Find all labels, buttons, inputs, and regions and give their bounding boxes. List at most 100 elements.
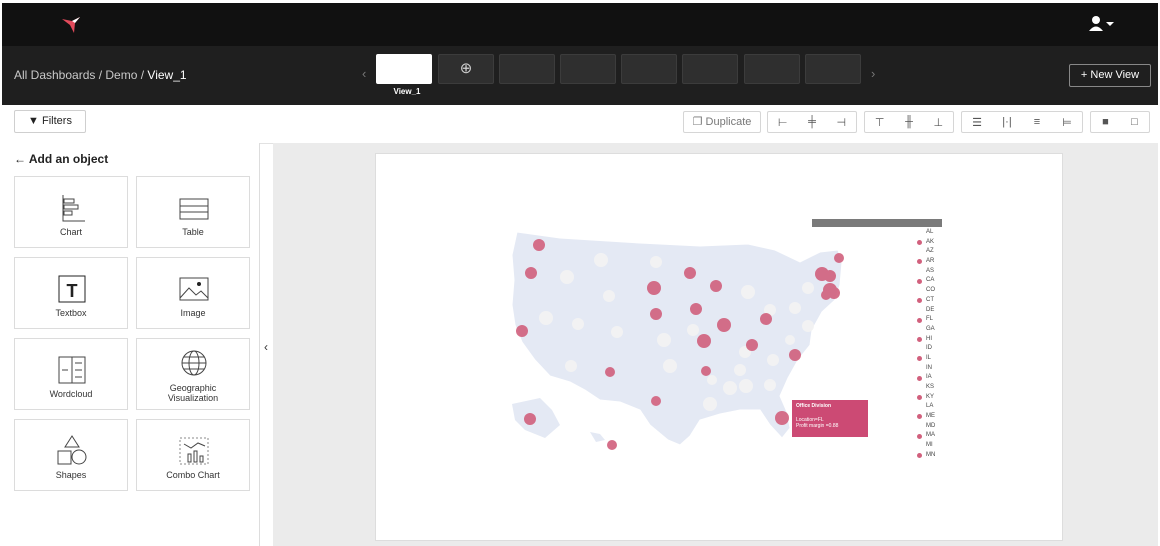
breadcrumb-demo[interactable]: Demo: [105, 68, 137, 82]
legend-item[interactable]: LA: [917, 402, 947, 412]
legend-item[interactable]: MN: [917, 451, 947, 461]
align-right-icon[interactable]: ⊣: [827, 116, 856, 129]
collapse-panel-icon[interactable]: ‹: [259, 340, 273, 354]
duplicate-icon: ❐: [692, 116, 706, 128]
object-label: Chart: [59, 227, 82, 237]
user-menu[interactable]: [1087, 15, 1117, 33]
breadcrumb: All Dashboards / Demo / View_1: [14, 68, 187, 82]
tab-empty[interactable]: [499, 54, 555, 84]
tab-view-1[interactable]: [376, 54, 432, 84]
legend-label: MN: [926, 451, 936, 458]
filters-button[interactable]: ▼ Filters: [14, 110, 86, 133]
legend-item[interactable]: AS: [917, 267, 947, 277]
arrow-left-icon[interactable]: ←: [14, 152, 29, 166]
tab-empty[interactable]: [805, 54, 861, 84]
object-wordcloud[interactable]: Wordcloud: [14, 338, 128, 410]
object-shapes[interactable]: Shapes: [14, 419, 128, 491]
legend-dot-icon: [917, 278, 922, 284]
legend-label: DE: [926, 306, 935, 313]
chevron-left-icon[interactable]: ‹: [362, 66, 366, 81]
legend-dot-icon: [917, 336, 922, 342]
add-view-tab[interactable]: ⊕: [438, 54, 494, 84]
view-tabs-bar: All Dashboards / Demo / View_1 ‹ ⊕ › Vie…: [2, 46, 1158, 105]
duplicate-button[interactable]: ❐ Duplicate: [683, 111, 761, 133]
legend-item[interactable]: KS: [917, 383, 947, 393]
breadcrumb-separator: /: [95, 68, 106, 82]
align-horizontal-group: ⊢ ╪ ⊣: [767, 111, 857, 133]
object-label: Image: [180, 308, 206, 318]
align-middle-icon[interactable]: ╫: [894, 116, 923, 128]
legend-dot-icon: [917, 259, 922, 265]
tab-empty[interactable]: [560, 54, 616, 84]
send-backward-icon[interactable]: □: [1120, 116, 1149, 128]
tab-empty[interactable]: [621, 54, 677, 84]
align-bottom-icon[interactable]: ⊥: [924, 116, 953, 129]
legend-label: MD: [926, 422, 936, 429]
legend-dot-icon: [917, 356, 922, 362]
legend-item[interactable]: CO: [917, 286, 947, 296]
legend-label: KY: [926, 393, 935, 400]
legend-item[interactable]: ME: [917, 412, 947, 422]
legend-label: CO: [926, 287, 935, 294]
legend-label: ID: [926, 345, 932, 352]
object-textbox[interactable]: T Textbox: [14, 257, 128, 329]
legend-label: IN: [926, 364, 932, 371]
map-toolbar[interactable]: [812, 219, 942, 227]
tab-empty[interactable]: [682, 54, 738, 84]
distribute-group: ☰ |·| ≡ ⊨: [961, 111, 1083, 133]
legend-dot-icon: [917, 327, 922, 332]
distribute-horizontal-icon[interactable]: |·|: [992, 116, 1022, 128]
legend-item[interactable]: KY: [917, 393, 947, 403]
object-geographic-visualization[interactable]: Geographic Visualization: [136, 338, 250, 410]
legend-item[interactable]: IA: [917, 373, 947, 383]
tab-empty[interactable]: [744, 54, 800, 84]
legend-label: IA: [926, 374, 932, 381]
legend-item[interactable]: IN: [917, 364, 947, 374]
map-legend: AL AK AZ AR AS CA CO CT DE FL GA HI ID IL IN IA KS KY LA ME…: [917, 228, 947, 461]
map-tooltip: Office Division Location=FL Profit margi…: [792, 400, 868, 437]
legend-item[interactable]: CT: [917, 296, 947, 306]
panel-title[interactable]: ← Add an object: [14, 152, 108, 166]
legend-item[interactable]: MD: [917, 422, 947, 432]
distribute-vertical-icon[interactable]: ☰: [962, 116, 992, 129]
bring-forward-icon[interactable]: ■: [1091, 116, 1120, 128]
legend-item[interactable]: FL: [917, 315, 947, 325]
filters-label: Filters: [42, 115, 72, 127]
chevron-right-icon[interactable]: ›: [871, 66, 875, 81]
legend-label: FL: [926, 316, 934, 323]
legend-item[interactable]: DE: [917, 306, 947, 316]
legend-item[interactable]: AR: [917, 257, 947, 267]
legend-item[interactable]: MI: [917, 441, 947, 451]
equal-height-icon[interactable]: ≡: [1022, 116, 1052, 128]
object-chart[interactable]: Chart: [14, 176, 128, 248]
object-combo-chart[interactable]: Combo Chart: [136, 419, 250, 491]
legend-item[interactable]: CA: [917, 276, 947, 286]
new-view-button[interactable]: + New View: [1069, 64, 1151, 87]
object-label: Shapes: [55, 470, 87, 480]
table-icon: [179, 198, 209, 220]
legend-item[interactable]: HI: [917, 335, 947, 345]
legend-dot-icon: [917, 395, 922, 401]
align-left-icon[interactable]: ⊢: [768, 116, 797, 129]
legend-item[interactable]: AL: [917, 228, 947, 238]
tooltip-title: Office Division: [796, 403, 832, 409]
top-bar: [2, 3, 1158, 46]
legend-item[interactable]: IL: [917, 354, 947, 364]
legend-dot-icon: [917, 308, 922, 313]
legend-item[interactable]: MA: [917, 431, 947, 441]
legend-dot-icon: [917, 230, 922, 235]
breadcrumb-all-dashboards[interactable]: All Dashboards: [14, 68, 95, 82]
legend-item[interactable]: GA: [917, 325, 947, 335]
align-top-icon[interactable]: ⊤: [865, 116, 894, 129]
breadcrumb-current: View_1: [147, 68, 187, 82]
dashboard-page[interactable]: [375, 153, 1063, 541]
equal-width-icon[interactable]: ⊨: [1052, 116, 1082, 129]
hummingbird-logo[interactable]: [60, 13, 82, 35]
object-table[interactable]: Table: [136, 176, 250, 248]
object-image[interactable]: Image: [136, 257, 250, 329]
legend-item[interactable]: AZ: [917, 247, 947, 257]
legend-dot-icon: [917, 375, 922, 381]
align-center-icon[interactable]: ╪: [797, 116, 826, 128]
legend-item[interactable]: ID: [917, 344, 947, 354]
legend-item[interactable]: AK: [917, 238, 947, 248]
